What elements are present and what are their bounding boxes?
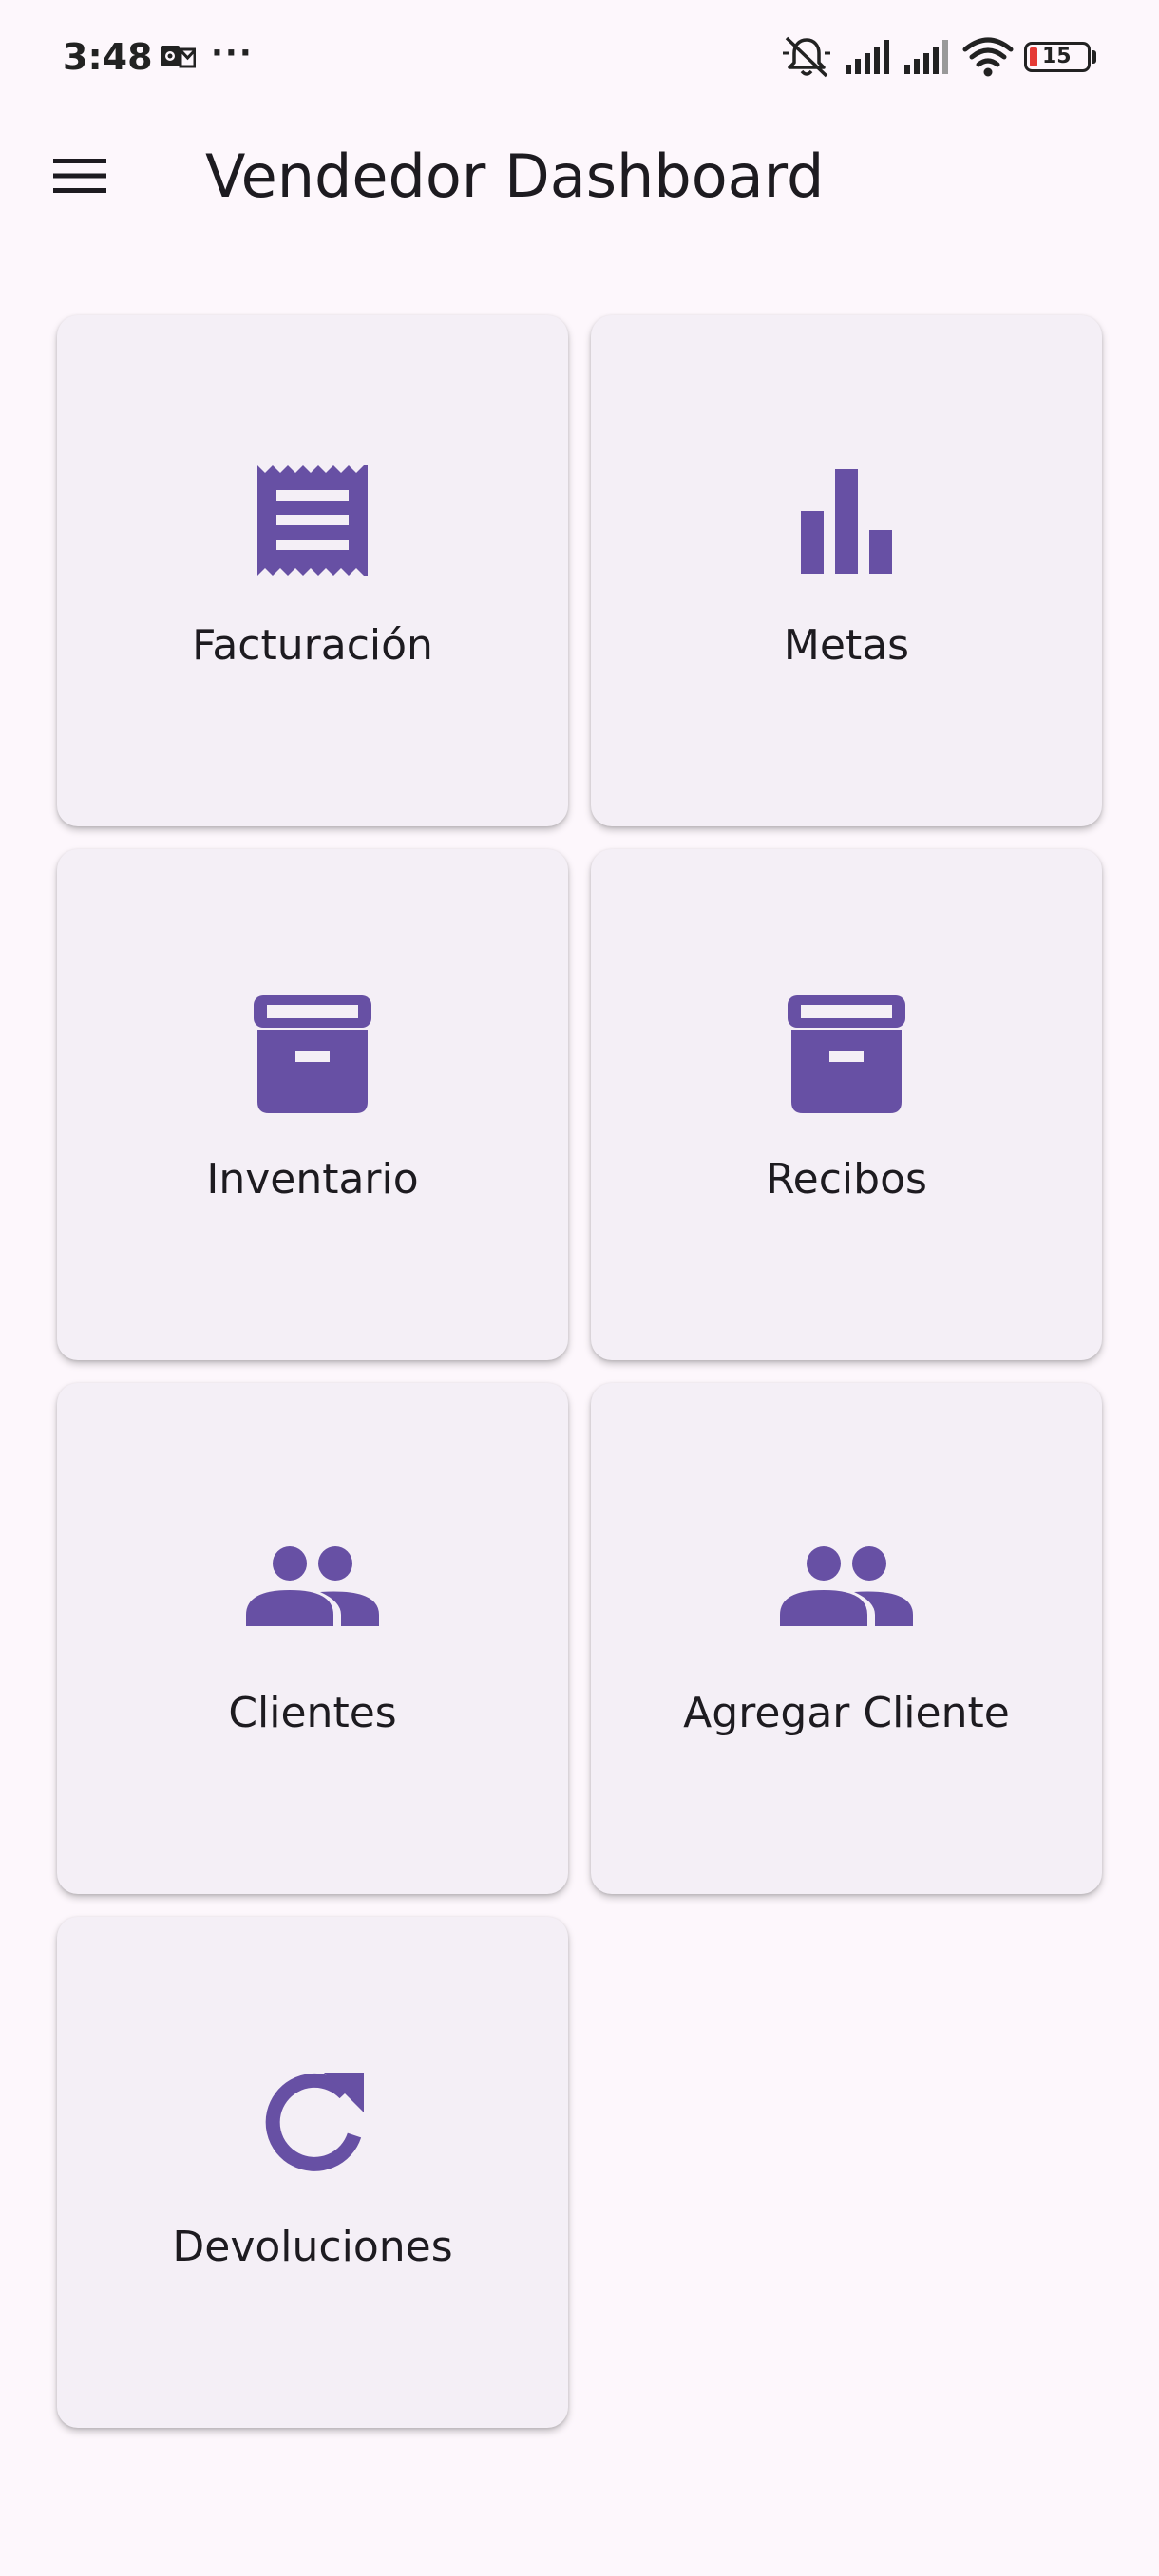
card-label: Inventario (206, 1155, 419, 1203)
page-title: Vendedor Dashboard (205, 142, 825, 211)
app-bar: Vendedor Dashboard (0, 114, 1159, 237)
dashboard-grid: Facturación Metas Inventario Recibos Cli… (57, 315, 1102, 2428)
people-icon (246, 1522, 379, 1655)
battery-level-fill (1030, 47, 1037, 66)
status-time: 3:48 (63, 36, 153, 78)
card-label: Devoluciones (172, 2223, 453, 2271)
card-devoluciones[interactable]: Devoluciones (57, 1917, 568, 2428)
menu-button[interactable] (38, 138, 122, 214)
wifi-icon (962, 37, 1014, 77)
card-label: Agregar Cliente (683, 1689, 1010, 1737)
bar-chart-icon (780, 454, 913, 587)
outlook-notification-icon (161, 46, 196, 68)
archive-box-icon (780, 988, 913, 1121)
card-facturacion[interactable]: Facturación (57, 315, 568, 826)
cell-signal-2-icon (904, 40, 948, 74)
card-label: Recibos (766, 1155, 927, 1203)
card-label: Metas (783, 621, 910, 670)
battery-nub (1092, 50, 1096, 64)
archive-box-icon (246, 988, 379, 1121)
card-clientes[interactable]: Clientes (57, 1383, 568, 1894)
card-label: Clientes (228, 1689, 397, 1737)
cell-signal-1-icon (846, 40, 889, 74)
card-metas[interactable]: Metas (591, 315, 1102, 826)
card-inventario[interactable]: Inventario (57, 849, 568, 1360)
card-label: Facturación (192, 621, 433, 670)
battery-level-text: 15 (1042, 45, 1072, 68)
status-bar: 3:48 ··· 15 (0, 0, 1159, 114)
hamburger-menu-icon (53, 159, 106, 193)
silent-mode-icon (783, 36, 830, 78)
receipt-icon (246, 454, 379, 587)
card-agregar-cliente[interactable]: Agregar Cliente (591, 1383, 1102, 1894)
people-icon (780, 1522, 913, 1655)
battery-icon: 15 (1024, 42, 1091, 72)
card-recibos[interactable]: Recibos (591, 849, 1102, 1360)
more-notifications-icon: ··· (211, 34, 254, 72)
refresh-icon (246, 2055, 379, 2188)
